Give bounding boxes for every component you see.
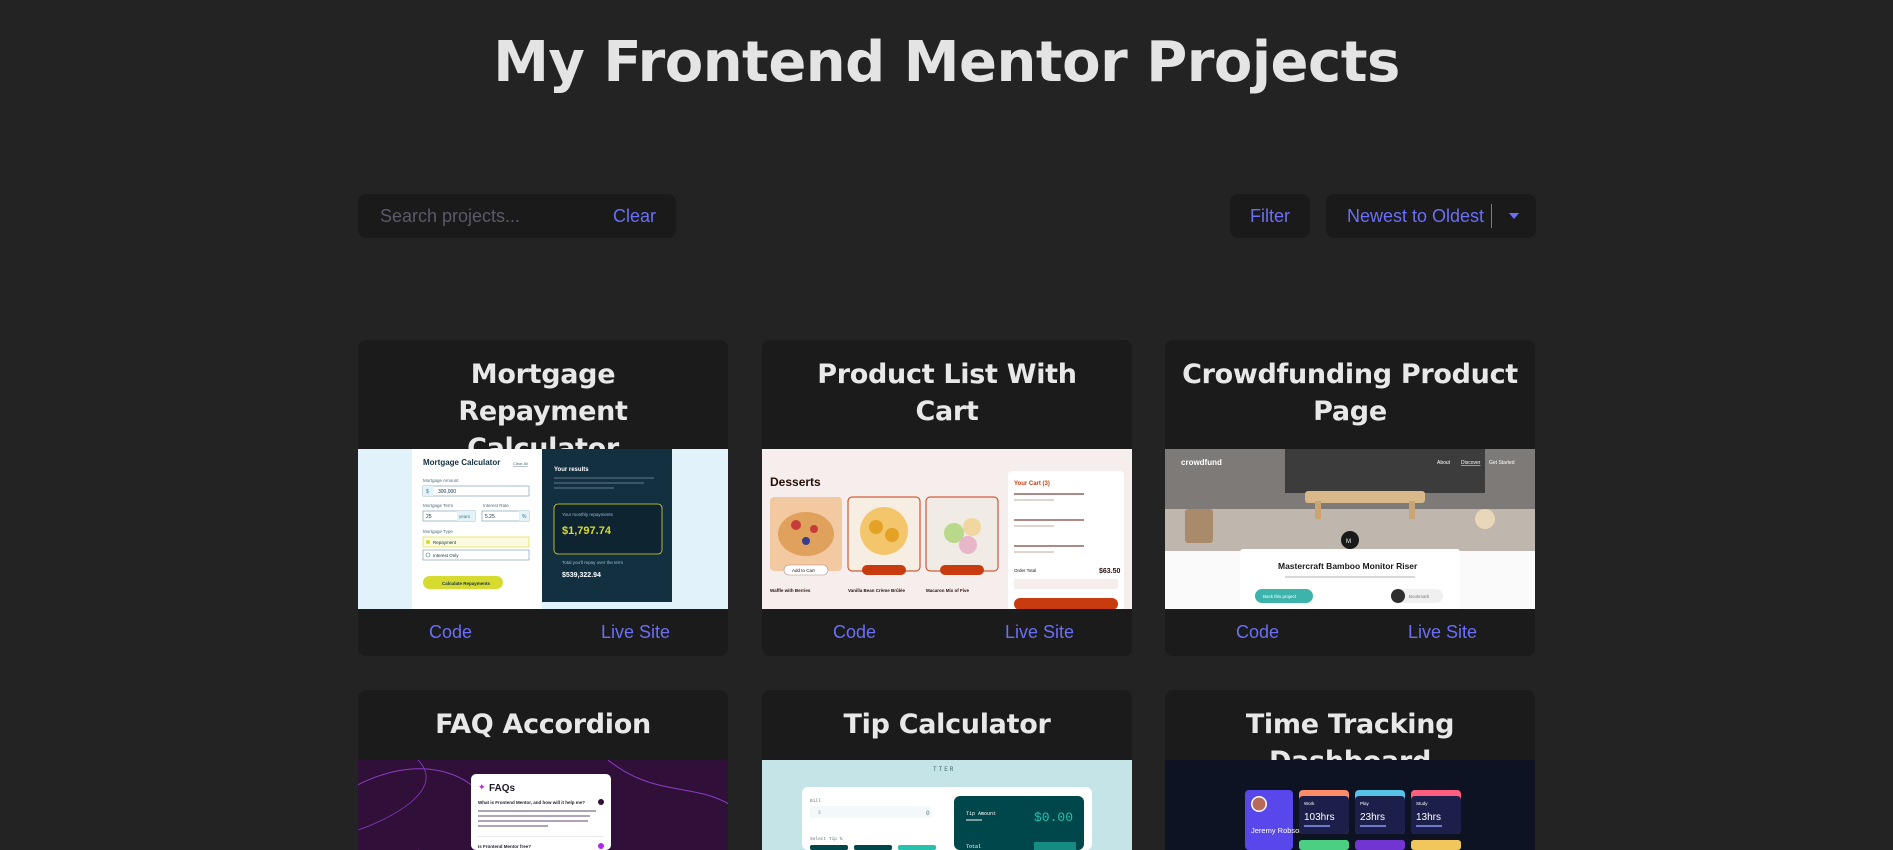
preview-card-2-value: 23hrs bbox=[1360, 812, 1385, 823]
preview-question-2: Is Frontend Mentor free? bbox=[478, 844, 531, 849]
preview-rate-value: 5.25 bbox=[485, 514, 495, 520]
code-link[interactable]: Code bbox=[1165, 622, 1350, 643]
project-title: Mortgage Repayment Calculator bbox=[458, 359, 628, 464]
preview-question-1: What is Frontend Mentor, and how will it… bbox=[478, 800, 585, 805]
page-title: My Frontend Mentor Projects bbox=[493, 30, 1400, 95]
search-box: Clear bbox=[358, 194, 676, 238]
preview-item-3: Macaron Mix of Five bbox=[926, 588, 970, 593]
live-site-link[interactable]: Live Site bbox=[947, 622, 1132, 643]
svg-text:M: M bbox=[1346, 539, 1351, 545]
preview-type-option-2: Interest Only bbox=[433, 553, 459, 558]
preview-type-option-1: Repayment bbox=[433, 540, 457, 545]
project-title: Product List With Cart bbox=[817, 359, 1077, 427]
preview-nav-3: Get Started bbox=[1489, 460, 1515, 466]
preview-card-3-value: 13hrs bbox=[1416, 812, 1441, 823]
preview-add-to-cart: Add to Cart bbox=[792, 568, 816, 573]
preview-brand: crowdfund bbox=[1181, 458, 1222, 467]
project-card-crowdfunding: Crowdfunding Product Page crowdfund Abou… bbox=[1165, 340, 1535, 656]
preview-bookmark: Bookmark bbox=[1409, 594, 1430, 599]
preview-tip-amount-value: $0.00 bbox=[1034, 810, 1073, 825]
project-links: Code Live Site bbox=[358, 609, 728, 656]
project-title: Tip Calculator bbox=[843, 709, 1051, 740]
sort-selected-value: Newest to Oldest bbox=[1347, 205, 1485, 226]
preview-term-unit: years bbox=[459, 514, 471, 519]
preview-product: Mastercraft Bamboo Monitor Riser bbox=[1278, 561, 1418, 571]
live-site-link[interactable]: Live Site bbox=[543, 622, 728, 643]
preview-nav-1: About bbox=[1437, 460, 1451, 466]
svg-text:$: $ bbox=[818, 810, 821, 816]
project-thumbnail: Desserts Add to Cart Waffle with Berries… bbox=[762, 449, 1132, 610]
preview-type-label: Mortgage Type bbox=[423, 529, 453, 534]
preview-term-value: 25 bbox=[426, 514, 432, 520]
preview-card-1-value: 103hrs bbox=[1304, 812, 1335, 823]
project-links: Code Live Site bbox=[1165, 609, 1535, 656]
preview-amount-label: Mortgage Amount bbox=[423, 478, 459, 483]
preview-term-label: Mortgage Term bbox=[423, 503, 453, 508]
preview-item-1: Waffle with Berries bbox=[770, 588, 811, 593]
project-card-product-list: Product List With Cart Desserts Add to C… bbox=[762, 340, 1132, 656]
project-thumbnail: TTER Bill $ 0 Select Tip % Tip Amount $0… bbox=[762, 760, 1132, 850]
svg-text:✦: ✦ bbox=[478, 782, 486, 792]
project-thumbnail: Jeremy Robson Work 103hrs Play 23hrs Stu… bbox=[1165, 760, 1535, 850]
preview-card-1-title: Work bbox=[1304, 801, 1315, 806]
preview-item-2: Vanilla Bean Crème Brûlée bbox=[848, 588, 906, 593]
preview-user-name: Jeremy Robson bbox=[1251, 826, 1304, 835]
sort-select[interactable]: Newest to Oldest bbox=[1326, 194, 1536, 238]
search-input[interactable] bbox=[378, 204, 613, 228]
preview-heading: Mortgage Calculator bbox=[423, 458, 500, 467]
preview-order-total-label: Order Total bbox=[1014, 568, 1036, 573]
preview-monthly-value: $1,797.74 bbox=[562, 525, 612, 537]
preview-nav-2: Discover bbox=[1461, 460, 1481, 466]
preview-heading: Desserts bbox=[770, 475, 821, 489]
preview-total-label: Total bbox=[966, 844, 981, 850]
project-thumbnail: Mortgage Calculator Clear All Mortgage A… bbox=[358, 449, 728, 610]
project-thumbnail: ✦ FAQs What is Frontend Mentor, and how … bbox=[358, 760, 728, 850]
project-title: Crowdfunding Product Page bbox=[1182, 359, 1518, 427]
svg-text:%: % bbox=[522, 514, 527, 520]
svg-text:$: $ bbox=[426, 489, 429, 495]
preview-amount-value: 300,000 bbox=[438, 489, 456, 495]
project-card-tip-calculator: Tip Calculator TTER Bill $ 0 Select Tip … bbox=[762, 690, 1132, 850]
preview-bill-label: Bill bbox=[810, 798, 821, 804]
project-card-faq: FAQ Accordion ✦ FAQs What is Frontend Me… bbox=[358, 690, 728, 850]
project-title: FAQ Accordion bbox=[435, 709, 651, 740]
preview-card-3-title: Study bbox=[1416, 801, 1428, 806]
project-card-time-tracking: Time Tracking Dashboard Jeremy Robson Wo… bbox=[1165, 690, 1535, 850]
code-link[interactable]: Code bbox=[358, 622, 543, 643]
preview-clear-all: Clear All bbox=[513, 461, 528, 466]
preview-calc-button: Calculate Repayments bbox=[442, 581, 491, 586]
preview-back-button: Back this project bbox=[1263, 594, 1297, 599]
project-thumbnail: crowdfund About Discover Get Started M M… bbox=[1165, 449, 1535, 610]
live-site-link[interactable]: Live Site bbox=[1350, 622, 1535, 643]
chevron-down-icon[interactable] bbox=[1492, 213, 1536, 219]
preview-total-value: $539,322.94 bbox=[562, 572, 601, 579]
preview-tip-amount-label: Tip Amount bbox=[966, 811, 996, 817]
preview-tip-label: Select Tip % bbox=[810, 836, 843, 842]
preview-order-total: $63.50 bbox=[1099, 568, 1121, 575]
preview-total-label: Total you'll repay over the term bbox=[562, 560, 623, 565]
project-card-mortgage: Mortgage Repayment Calculator Mortgage C… bbox=[358, 340, 728, 656]
preview-card-2-title: Play bbox=[1360, 801, 1370, 806]
preview-results-title: Your results bbox=[554, 467, 589, 473]
clear-button[interactable]: Clear bbox=[613, 206, 656, 227]
preview-bill-value: 0 bbox=[926, 810, 930, 817]
preview-cart-title: Your Cart (3) bbox=[1014, 481, 1050, 487]
preview-heading: FAQs bbox=[489, 783, 516, 794]
preview-brand: TTER bbox=[933, 766, 955, 773]
preview-monthly-label: Your monthly repayments bbox=[562, 512, 614, 517]
filter-button[interactable]: Filter bbox=[1230, 194, 1310, 238]
preview-rate-label: Interest Rate bbox=[483, 503, 509, 508]
code-link[interactable]: Code bbox=[762, 622, 947, 643]
project-links: Code Live Site bbox=[762, 609, 1132, 656]
